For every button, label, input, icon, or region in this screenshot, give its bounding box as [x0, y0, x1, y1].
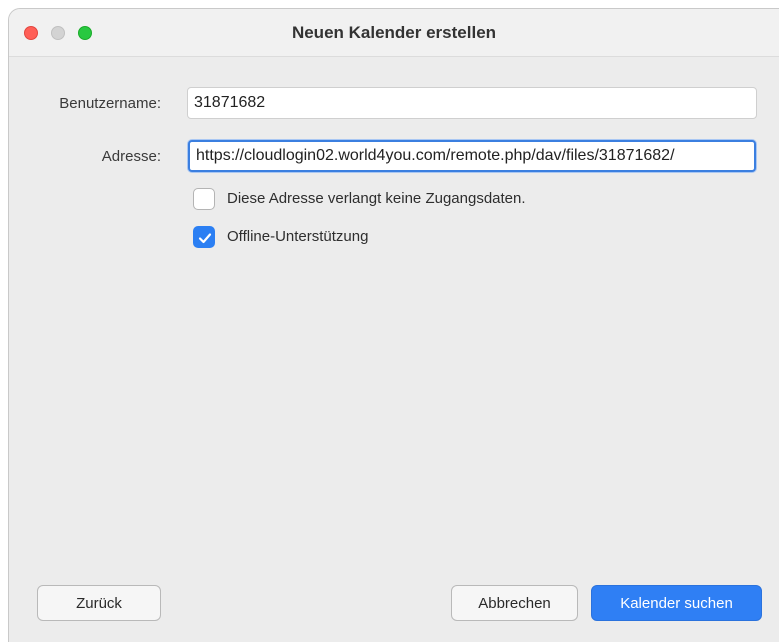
back-button[interactable]: Zurück — [37, 585, 161, 621]
checkmark-icon — [198, 233, 212, 244]
username-field[interactable] — [187, 87, 757, 119]
username-label: Benutzername: — [59, 95, 161, 112]
window-title: Neuen Kalender erstellen — [291, 23, 497, 42]
address-label: Adresse: — [101, 148, 161, 165]
offline-support-label[interactable]: Offline-Unterstützung — [227, 228, 368, 245]
new-calendar-dialog: Neuen Kalender erstellen Benutzername: A… — [8, 8, 779, 642]
title-bar: Neuen Kalender erstellen — [9, 9, 779, 57]
search-calendar-button[interactable]: Kalender suchen — [591, 585, 762, 621]
no-credentials-checkbox[interactable] — [193, 188, 215, 210]
address-field[interactable] — [188, 140, 756, 172]
cancel-button[interactable]: Abbrechen — [451, 585, 578, 621]
no-credentials-label[interactable]: Diese Adresse verlangt keine Zugangsdate… — [227, 190, 526, 207]
offline-support-checkbox[interactable] — [193, 226, 215, 248]
